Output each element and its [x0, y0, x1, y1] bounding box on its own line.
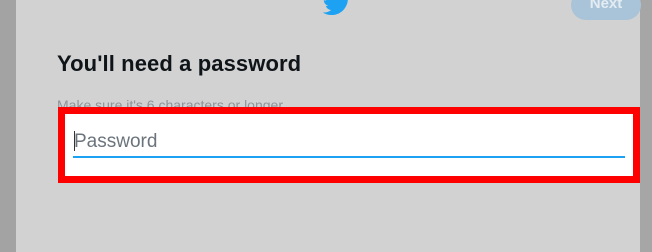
signup-dialog: Next You'll need a password Make sure it… — [16, 0, 641, 252]
next-button[interactable]: Next — [571, 0, 641, 20]
page-title: You'll need a password — [57, 51, 302, 76]
password-field-highlight — [58, 107, 640, 183]
twitter-bird-icon — [322, 0, 348, 16]
password-input[interactable] — [73, 128, 625, 158]
backdrop-left — [0, 0, 16, 252]
backdrop-right — [640, 0, 652, 252]
text-caret — [74, 131, 75, 151]
